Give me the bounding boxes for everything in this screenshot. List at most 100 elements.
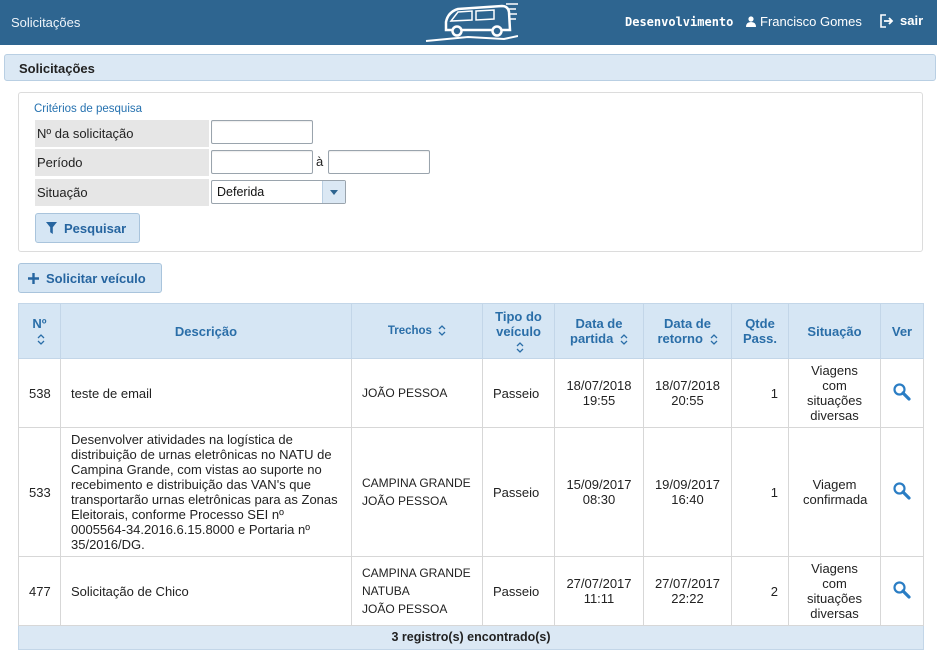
column-label: Nº xyxy=(32,316,47,331)
sign-out-icon xyxy=(880,13,894,28)
column-label: Trechos xyxy=(387,324,432,337)
column-label: Data de xyxy=(575,316,623,331)
magnifier-icon[interactable] xyxy=(892,580,912,600)
request-number-input[interactable] xyxy=(211,120,313,144)
logout-button[interactable]: sair xyxy=(880,13,923,28)
column-header-view: Ver xyxy=(880,303,924,359)
cell-description: Solicitação de Chico xyxy=(60,556,352,626)
column-label: Descrição xyxy=(174,323,238,339)
sort-icon xyxy=(710,334,718,345)
user-icon xyxy=(746,16,756,27)
cell-departure: 18/07/2018 19:55 xyxy=(554,358,644,428)
column-label: Data de xyxy=(664,316,711,331)
status-select[interactable]: Deferida xyxy=(211,180,346,204)
column-header-routes[interactable]: Trechos xyxy=(351,303,483,359)
user-name: Francisco Gomes xyxy=(760,14,862,29)
cell-view xyxy=(880,358,924,428)
column-header-num[interactable]: Nº xyxy=(18,303,61,359)
filter-icon xyxy=(46,222,57,234)
column-header-passengers: Qtde Pass. xyxy=(731,303,789,359)
sort-icon xyxy=(620,334,628,345)
magnifier-icon[interactable] xyxy=(892,382,912,402)
table-header-row: Nº Descrição Trechos Tipo do veículo Dat… xyxy=(18,303,924,359)
magnifier-icon[interactable] xyxy=(892,481,912,501)
return-time: 20:55 xyxy=(671,393,704,408)
sort-icon xyxy=(438,325,446,336)
cell-return: 18/07/2018 20:55 xyxy=(643,358,732,428)
cell-view xyxy=(880,556,924,626)
route-item: CAMPINA GRANDE xyxy=(362,476,471,490)
request-vehicle-button[interactable]: Solicitar veículo xyxy=(18,263,162,293)
app-title[interactable]: Solicitações xyxy=(11,15,80,30)
logout-label: sair xyxy=(900,13,924,28)
cell-num: 533 xyxy=(18,427,61,557)
status-label: Situação xyxy=(35,179,209,206)
cell-vehicle-type: Passeio xyxy=(482,358,555,428)
table-row: 538 teste de email JOÃO PESSOA Passeio 1… xyxy=(18,358,924,428)
van-logo-icon xyxy=(425,3,518,42)
route-item: CAMPINA GRANDE xyxy=(362,566,471,580)
column-label: Qtde xyxy=(745,316,775,331)
cell-status: Viagens com situações diversas xyxy=(788,358,881,428)
cell-passengers: 1 xyxy=(731,358,789,428)
cell-num: 477 xyxy=(18,556,61,626)
search-button[interactable]: Pesquisar xyxy=(35,213,140,243)
chevron-down-icon[interactable] xyxy=(322,181,345,203)
cell-num: 538 xyxy=(18,358,61,428)
request-vehicle-label: Solicitar veículo xyxy=(46,270,146,286)
departure-time: 11:11 xyxy=(583,591,615,606)
departure-date: 27/07/2017 xyxy=(566,576,632,591)
period-start-input[interactable] xyxy=(211,150,313,174)
column-header-description: Descrição xyxy=(60,303,352,359)
return-time: 16:40 xyxy=(671,492,704,507)
cell-routes: JOÃO PESSOA xyxy=(351,358,483,428)
period-separator: à xyxy=(316,154,324,169)
table-footer-row: 3 registro(s) encontrado(s) xyxy=(18,625,924,650)
departure-time: 19:55 xyxy=(582,393,616,408)
cell-return: 19/09/2017 16:40 xyxy=(643,427,732,557)
column-label: partida xyxy=(570,331,614,346)
column-label: Ver xyxy=(891,323,913,339)
environment-label: Desenvolvimento xyxy=(625,15,734,29)
route-item: JOÃO PESSOA xyxy=(362,494,448,508)
period-label: Período xyxy=(35,149,209,176)
search-button-label: Pesquisar xyxy=(64,220,127,236)
return-date: 27/07/2017 xyxy=(654,576,721,591)
period-end-input[interactable] xyxy=(328,150,430,174)
sort-icon xyxy=(37,334,45,345)
table-row: 533 Desenvolver atividades na logística … xyxy=(18,427,924,557)
section-title: Solicitações xyxy=(19,61,95,76)
return-time: 22:22 xyxy=(671,591,704,606)
departure-time: 08:30 xyxy=(582,492,616,507)
search-panel: Critérios de pesquisa Nº da solicitação … xyxy=(18,92,923,252)
requests-table: Nº Descrição Trechos Tipo do veículo Dat… xyxy=(18,303,924,650)
request-number-label: Nº da solicitação xyxy=(35,120,209,147)
cell-status: Viagens com situações diversas xyxy=(788,556,881,626)
cell-vehicle-type: Passeio xyxy=(482,427,555,557)
cell-departure: 15/09/2017 08:30 xyxy=(554,427,644,557)
return-date: 19/09/2017 xyxy=(654,477,721,492)
departure-date: 15/09/2017 xyxy=(566,477,632,492)
cell-vehicle-type: Passeio xyxy=(482,556,555,626)
cell-description: teste de email xyxy=(60,358,352,428)
records-found-label: 3 registro(s) encontrado(s) xyxy=(18,625,924,650)
column-header-return[interactable]: Data de retorno xyxy=(643,303,732,359)
cell-passengers: 2 xyxy=(731,556,789,626)
user-menu[interactable]: Francisco Gomes xyxy=(746,14,862,29)
column-label: veículo xyxy=(496,323,541,339)
cell-departure: 27/07/2017 11:11 xyxy=(554,556,644,626)
search-criteria-title: Critérios de pesquisa xyxy=(34,103,143,115)
cell-view xyxy=(880,427,924,557)
column-label: Tipo do xyxy=(495,308,542,324)
route-item: JOÃO PESSOA xyxy=(362,386,448,400)
cell-description: Desenvolver atividades na logística de d… xyxy=(60,427,352,557)
section-header: Solicitações xyxy=(4,54,936,81)
departure-date: 18/07/2018 xyxy=(566,378,632,393)
cell-passengers: 1 xyxy=(731,427,789,557)
column-header-departure[interactable]: Data de partida xyxy=(554,303,644,359)
status-select-value: Deferida xyxy=(217,185,265,199)
column-header-vehicle-type[interactable]: Tipo do veículo xyxy=(482,303,555,359)
sort-icon xyxy=(516,341,524,353)
column-label: retorno xyxy=(657,331,703,346)
route-item: NATUBA xyxy=(362,584,410,598)
